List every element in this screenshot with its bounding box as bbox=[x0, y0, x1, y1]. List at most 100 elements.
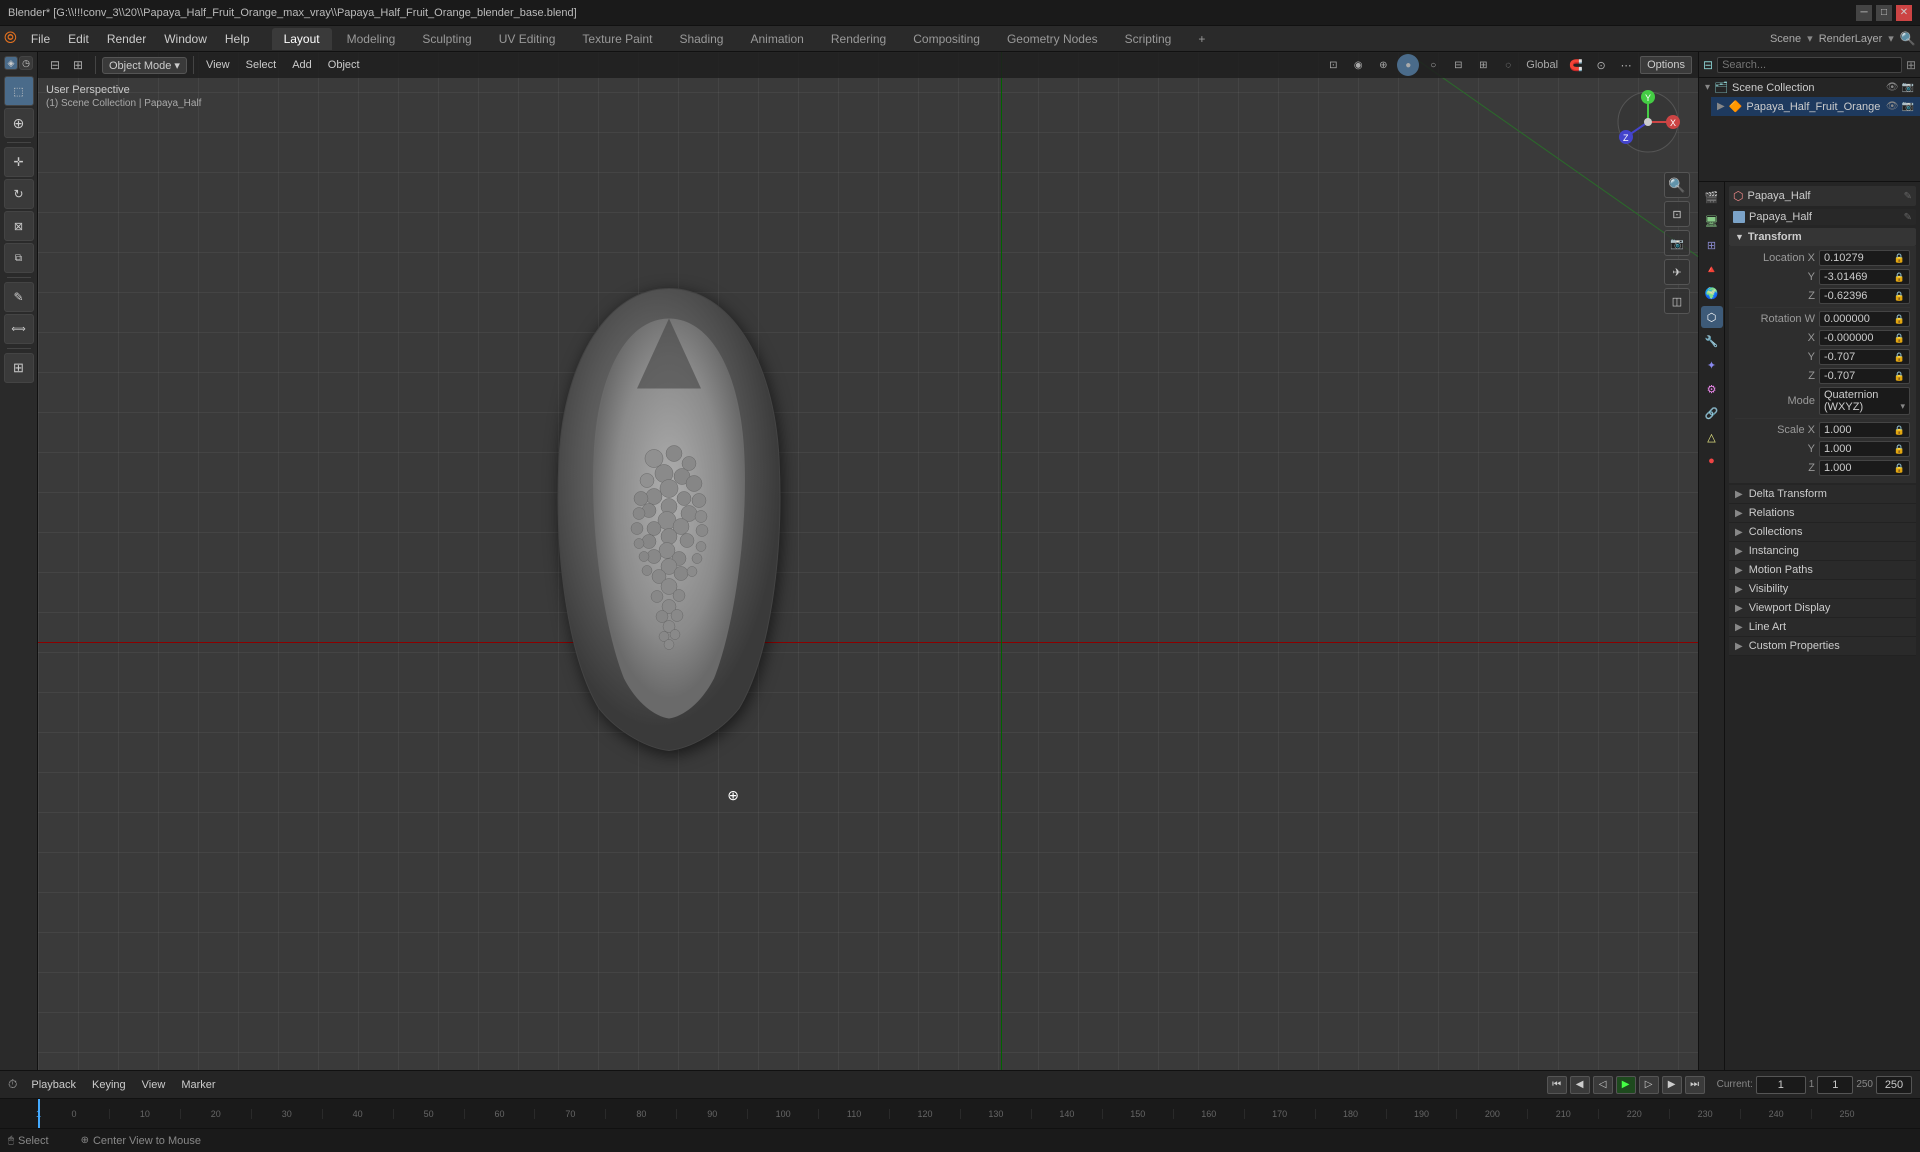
prop-tab-object[interactable]: ⬡ bbox=[1701, 306, 1723, 328]
mesh-name-edit[interactable]: ✎ bbox=[1904, 212, 1912, 223]
jump-end-button[interactable]: ⏭ bbox=[1685, 1076, 1705, 1094]
viewport[interactable]: ⊟ ⊞ Object Mode View Select Add Object ⊡… bbox=[38, 52, 1698, 1070]
rotation-z-value[interactable]: -0.707 🔒 bbox=[1819, 368, 1910, 384]
prop-tab-scene[interactable]: 🔺 bbox=[1701, 258, 1723, 280]
transform-header[interactable]: Transform bbox=[1729, 228, 1916, 246]
tab-rendering[interactable]: Rendering bbox=[819, 28, 898, 50]
papaya-collection-item[interactable]: ▶ 🔶 Papaya_Half_Fruit_Orange 👁 📷 bbox=[1711, 97, 1920, 116]
camera-button[interactable]: 📷 bbox=[1664, 230, 1690, 256]
prop-tab-data[interactable]: △ bbox=[1701, 426, 1723, 448]
viewport-icon-6[interactable]: ⊞ bbox=[1472, 54, 1494, 76]
start-frame-input[interactable] bbox=[1817, 1076, 1853, 1094]
rotation-mode-select[interactable]: Quaternion (WXYZ) ▾ bbox=[1819, 387, 1910, 415]
viewport-header-icon-1[interactable]: ⊟ bbox=[44, 54, 66, 76]
viewport-select-menu[interactable]: Select bbox=[240, 57, 283, 73]
viewport-icon-2[interactable]: ◉ bbox=[1347, 54, 1369, 76]
viewport-header-icon-2[interactable]: ⊞ bbox=[67, 54, 89, 76]
rotation-y-lock[interactable]: 🔒 bbox=[1894, 352, 1905, 363]
viewport-proportional-icon[interactable]: ⊙ bbox=[1590, 54, 1612, 76]
outliner-filter-icon[interactable]: ⊞ bbox=[1906, 58, 1916, 72]
viewport-object-menu[interactable]: Object bbox=[322, 57, 366, 73]
prop-tab-constraints[interactable]: 🔗 bbox=[1701, 402, 1723, 424]
delta-transform-section[interactable]: Delta Transform bbox=[1729, 485, 1916, 504]
visibility-section[interactable]: Visibility bbox=[1729, 580, 1916, 599]
eye-icon[interactable]: 👁 bbox=[1886, 82, 1899, 93]
object-name-edit-icon[interactable]: ✎ bbox=[1904, 191, 1912, 202]
viewport-add-menu[interactable]: Add bbox=[286, 57, 318, 73]
location-y-lock[interactable]: 🔒 bbox=[1894, 272, 1905, 283]
maximize-button[interactable]: □ bbox=[1876, 5, 1892, 21]
collections-section[interactable]: Collections bbox=[1729, 523, 1916, 542]
workspace-tool-icon[interactable]: ◷ bbox=[19, 56, 33, 70]
rotation-z-lock[interactable]: 🔒 bbox=[1894, 371, 1905, 382]
location-x-lock[interactable]: 🔒 bbox=[1894, 253, 1905, 264]
rotation-w-value[interactable]: 0.000000 🔒 bbox=[1819, 311, 1910, 327]
viewport-display-section[interactable]: Viewport Display bbox=[1729, 599, 1916, 618]
scale-z-value[interactable]: 1.000 🔒 bbox=[1819, 460, 1910, 476]
viewport-icon-5[interactable]: ⊟ bbox=[1447, 54, 1469, 76]
scale-tool-button[interactable]: ⊠ bbox=[4, 211, 34, 241]
location-z-lock[interactable]: 🔒 bbox=[1894, 291, 1905, 302]
viewport-view-menu[interactable]: View bbox=[200, 57, 236, 73]
next-frame-button[interactable]: ▶ bbox=[1662, 1076, 1682, 1094]
annotate-tool-button[interactable]: ✎ bbox=[4, 282, 34, 312]
zoom-in-button[interactable]: 🔍 bbox=[1664, 172, 1690, 198]
rotate-tool-button[interactable]: ↻ bbox=[4, 179, 34, 209]
scale-y-value[interactable]: 1.000 🔒 bbox=[1819, 441, 1910, 457]
tab-sculpting[interactable]: Sculpting bbox=[410, 28, 483, 50]
viewport-display-button[interactable]: ◫ bbox=[1664, 288, 1690, 314]
tab-geometry-nodes[interactable]: Geometry Nodes bbox=[995, 28, 1110, 50]
viewport-gizmo-icon[interactable]: ◌ bbox=[1497, 54, 1519, 76]
scale-x-lock[interactable]: 🔒 bbox=[1894, 425, 1905, 436]
jump-start-button[interactable]: ⏮ bbox=[1547, 1076, 1567, 1094]
scale-x-value[interactable]: 1.000 🔒 bbox=[1819, 422, 1910, 438]
end-frame-input[interactable] bbox=[1876, 1076, 1912, 1094]
fly-navigate-button[interactable]: ✈ bbox=[1664, 259, 1690, 285]
current-frame-input[interactable] bbox=[1756, 1076, 1806, 1094]
tab-compositing[interactable]: Compositing bbox=[901, 28, 992, 50]
rotation-x-lock[interactable]: 🔒 bbox=[1894, 333, 1905, 344]
motion-paths-section[interactable]: Motion Paths bbox=[1729, 561, 1916, 580]
outliner-search[interactable] bbox=[1717, 57, 1902, 73]
prop-tab-render[interactable]: 🎬 bbox=[1701, 186, 1723, 208]
active-tool-icon[interactable]: ◈ bbox=[4, 56, 18, 70]
menu-render[interactable]: Render bbox=[99, 30, 154, 48]
rotation-w-lock[interactable]: 🔒 bbox=[1894, 314, 1905, 325]
prop-tab-world[interactable]: 🌍 bbox=[1701, 282, 1723, 304]
location-z-value[interactable]: -0.62396 🔒 bbox=[1819, 288, 1910, 304]
menu-help[interactable]: Help bbox=[217, 30, 258, 48]
prev-keyframe-button[interactable]: ◁ bbox=[1593, 1076, 1613, 1094]
options-button[interactable]: Options bbox=[1640, 56, 1692, 74]
object-mode-select[interactable]: Object Mode bbox=[102, 57, 187, 74]
scene-collection-item[interactable]: ▾ 🗂 Scene Collection 👁 📷 bbox=[1699, 78, 1920, 97]
scale-y-lock[interactable]: 🔒 bbox=[1894, 444, 1905, 455]
viewport-icon-1[interactable]: ⊡ bbox=[1322, 54, 1344, 76]
move-tool-button[interactable]: ✛ bbox=[4, 147, 34, 177]
tab-animation[interactable]: Animation bbox=[738, 28, 815, 50]
viewport-snap-icon[interactable]: 🧲 bbox=[1565, 54, 1587, 76]
transform-tool-button[interactable]: ⧉ bbox=[4, 243, 34, 273]
next-keyframe-button[interactable]: ▷ bbox=[1639, 1076, 1659, 1094]
render-icon[interactable]: 📷 bbox=[1902, 82, 1914, 93]
tab-layout[interactable]: Layout bbox=[272, 28, 332, 50]
relations-section[interactable]: Relations bbox=[1729, 504, 1916, 523]
menu-window[interactable]: Window bbox=[156, 30, 215, 48]
tab-add[interactable]: + bbox=[1186, 28, 1217, 50]
marker-menu[interactable]: Marker bbox=[175, 1078, 221, 1092]
tab-shading[interactable]: Shading bbox=[667, 28, 735, 50]
papaya-eye-icon[interactable]: 👁 bbox=[1886, 101, 1899, 112]
playback-menu[interactable]: Playback bbox=[25, 1078, 82, 1092]
location-y-value[interactable]: -3.01469 🔒 bbox=[1819, 269, 1910, 285]
play-button[interactable]: ▶ bbox=[1616, 1076, 1636, 1094]
minimize-button[interactable]: ─ bbox=[1856, 5, 1872, 21]
timeline-view-menu[interactable]: View bbox=[136, 1078, 172, 1092]
navigation-gizmo[interactable]: X Y Z bbox=[1608, 82, 1688, 162]
select-tool-button[interactable]: ⬚ bbox=[4, 76, 34, 106]
viewport-icon-3[interactable]: ⊕ bbox=[1372, 54, 1394, 76]
add-tool-button[interactable]: ⊞ bbox=[4, 353, 34, 383]
rotation-y-value[interactable]: -0.707 🔒 bbox=[1819, 349, 1910, 365]
tab-scripting[interactable]: Scripting bbox=[1113, 28, 1184, 50]
prop-tab-output[interactable]: 🖥 bbox=[1701, 210, 1723, 232]
scale-z-lock[interactable]: 🔒 bbox=[1894, 463, 1905, 474]
close-button[interactable]: ✕ bbox=[1896, 5, 1912, 21]
